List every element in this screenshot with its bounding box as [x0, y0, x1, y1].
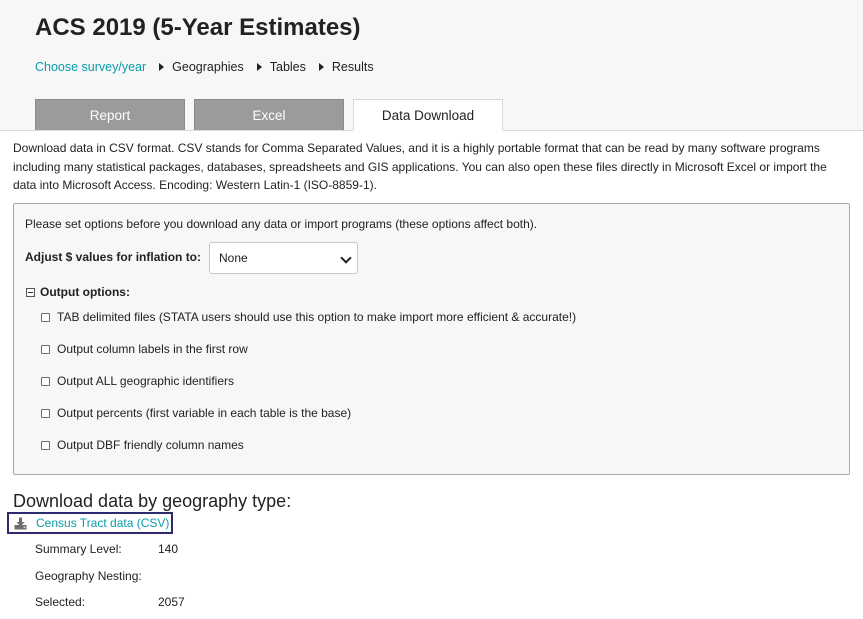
tab-report[interactable]: Report	[35, 99, 185, 130]
inflation-label: Adjust $ values for inflation to:	[25, 250, 202, 264]
tab-excel[interactable]: Excel	[194, 99, 344, 130]
tab-data-download[interactable]: Data Download	[353, 99, 503, 131]
checkbox-label: Output column labels in the first row	[57, 342, 248, 356]
census-tract-link-label[interactable]: Census Tract data (CSV)	[36, 516, 169, 530]
breadcrumb: Choose survey/year Geographies Tables Resul…	[35, 59, 374, 74]
chevron-down-icon	[340, 252, 352, 264]
options-note: Please set options before you download a…	[25, 217, 538, 231]
checkbox-label: Output percents (first variable in each …	[57, 406, 352, 420]
breadcrumb-geographies: Geographies	[172, 59, 244, 74]
intro-text: Download data in CSV format. CSV stands …	[13, 141, 827, 193]
breadcrumb-arrow-icon	[318, 62, 324, 71]
output-options-label: Output options:	[40, 285, 130, 299]
collapse-icon[interactable]	[26, 288, 35, 297]
breadcrumb-choose-survey[interactable]: Choose survey/year	[35, 60, 146, 74]
geography-heading: Download data by geography type:	[13, 491, 292, 511]
checkbox-label: Output ALL geographic identifiers	[57, 374, 235, 388]
summary-level-value: 140	[158, 542, 179, 556]
selected-value: 2057	[158, 595, 185, 609]
page-header: ACS 2019 (5-Year Estimates) Choose surve…	[0, 0, 863, 131]
checkbox-label: TAB delimited files (STATA users should …	[57, 310, 577, 324]
breadcrumb-results: Results	[331, 59, 374, 74]
geography-nesting-label: Geography Nesting:	[35, 569, 142, 583]
breadcrumb-arrow-icon	[159, 62, 165, 71]
inflation-select[interactable]: None	[209, 242, 358, 274]
selected-label: Selected:	[35, 595, 86, 609]
breadcrumb-arrow-icon	[256, 62, 262, 71]
checkbox-box[interactable]	[41, 377, 50, 386]
checkbox-box[interactable]	[41, 345, 50, 354]
breadcrumb-tables: Tables	[269, 59, 306, 74]
options-panel: Please set options before you download a…	[13, 203, 850, 475]
census-tract-download-link[interactable]: Census Tract data (CSV)	[7, 512, 173, 534]
inflation-select-value: None	[219, 251, 248, 265]
checkbox-label: Output DBF friendly column names	[57, 438, 244, 452]
checkbox-box[interactable]	[41, 409, 50, 418]
page-title: ACS 2019 (5-Year Estimates)	[35, 14, 361, 41]
summary-level-label: Summary Level:	[35, 542, 122, 556]
download-icon	[14, 517, 27, 530]
checkbox-box[interactable]	[41, 441, 50, 450]
checkbox-box[interactable]	[41, 313, 50, 322]
